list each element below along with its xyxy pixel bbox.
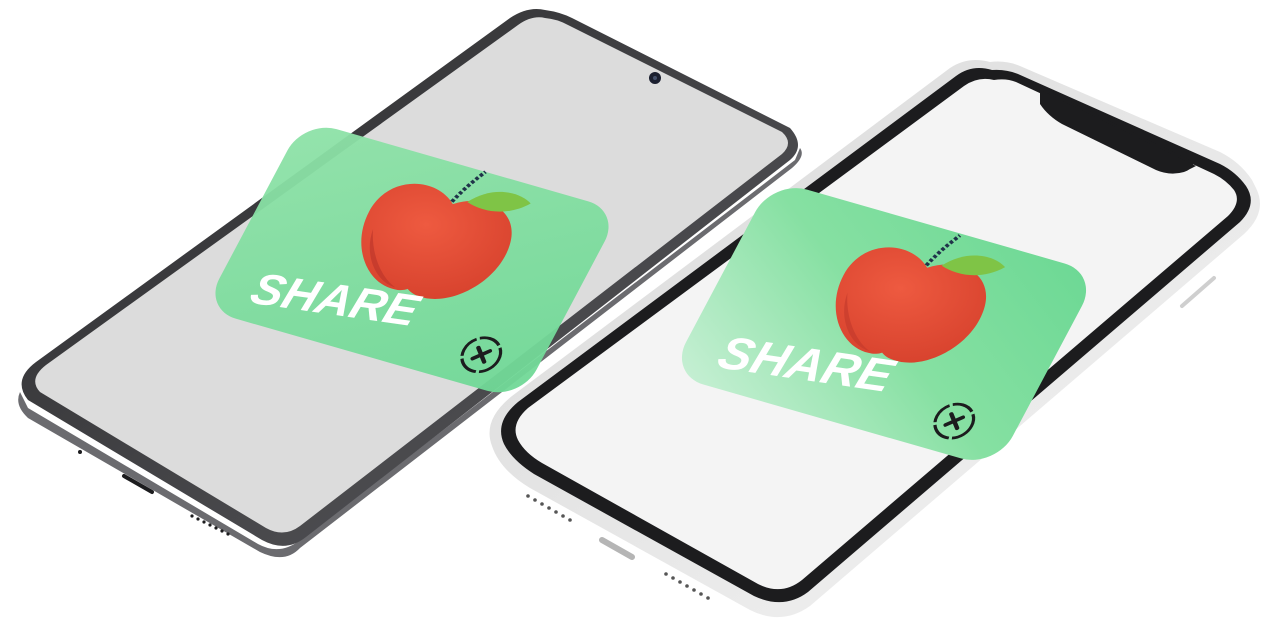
mockup-illustration: SHARE SHARE <box>18 9 1260 618</box>
product-mockup: SHARE SHARE <box>0 0 1280 630</box>
lightning-port-icon <box>599 537 635 560</box>
